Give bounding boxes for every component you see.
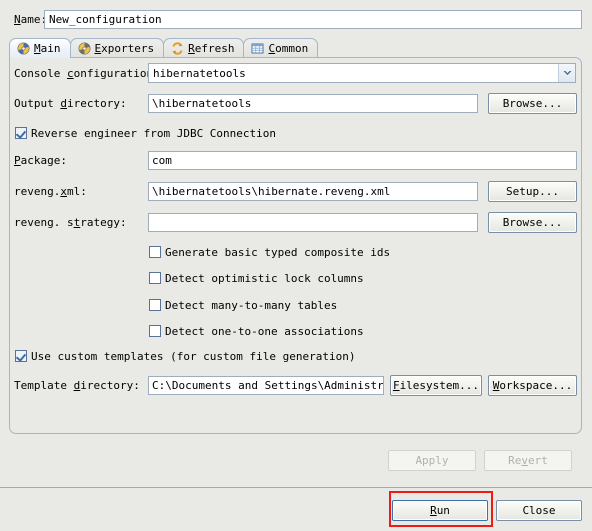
option-optimistic-lock-row[interactable]: Detect optimistic lock columns [149,270,364,286]
console-configuration-label: Console configuration: [14,66,160,80]
common-grid-icon [251,42,264,55]
run-button[interactable]: Run [392,500,488,521]
option-one-to-one-row[interactable]: Detect one-to-one associations [149,323,364,339]
package-input[interactable]: com [148,150,577,170]
use-custom-templates-checkbox[interactable] [15,350,27,362]
output-directory-browse-button[interactable]: Browse... [488,92,577,114]
reveng-xml-row: reveng.xml: \hibernatetools\hibernate.re… [14,180,578,202]
console-configuration-value: hibernatetools [153,66,246,80]
reverse-engineer-label: Reverse engineer from JDBC Connection [31,126,277,140]
tab-main-label: Main [34,42,61,55]
generate-composite-ids-label: Generate basic typed composite ids [165,245,391,259]
configuration-name-input[interactable] [44,9,582,29]
package-label: Package: [14,153,67,167]
revert-button[interactable]: Re v ert [484,450,572,471]
reveng-xml-setup-button[interactable]: Setup... [488,180,577,202]
generate-composite-ids-checkbox[interactable] [149,246,161,258]
tab-main[interactable]: Main [9,38,71,58]
template-directory-filesystem-button[interactable]: Filesystem... [390,374,482,396]
use-custom-templates-row[interactable]: Use custom templates (for custom file ge… [15,348,356,364]
template-directory-label: Template directory: [14,378,140,392]
option-generate-composite-ids-row[interactable]: Generate basic typed composite ids [149,244,390,260]
apply-button[interactable]: Apply [388,450,476,471]
detect-one-to-one-label: Detect one-to-one associations [165,324,364,338]
reveng-xml-label: reveng.xml: [14,184,87,198]
detect-one-to-one-checkbox[interactable] [149,325,161,337]
hibernate-config-icon [17,42,30,55]
hibernate-config-icon [78,42,91,55]
reveng-strategy-input[interactable] [148,212,478,232]
reverse-engineer-checkbox-row[interactable]: Reverse engineer from JDBC Connection [15,125,276,141]
refresh-arrows-icon [171,42,184,55]
tab-refresh-label: Refresh [188,42,235,55]
reveng-strategy-browse-button[interactable]: Browse... [488,211,577,233]
detect-many-to-many-checkbox[interactable] [149,299,161,311]
reverse-engineer-checkbox[interactable] [15,127,27,139]
reveng-strategy-label: reveng. strategy: [14,215,127,229]
tab-strip: Main Exporters Refresh Common [9,38,582,58]
use-custom-templates-label: Use custom templates (for custom file ge… [31,349,356,363]
console-configuration-row: Console configuration: hibernatetools [14,63,578,83]
tab-common[interactable]: Common [243,38,319,58]
close-button[interactable]: Close [496,500,582,521]
template-directory-input[interactable]: C:\Documents and Settings\Administrat [148,375,384,395]
detect-optimistic-lock-checkbox[interactable] [149,272,161,284]
tab-exporters-label: Exporters [94,42,155,55]
name-row: Name: [0,8,592,30]
detect-optimistic-lock-label: Detect optimistic lock columns [165,271,364,285]
reveng-xml-input[interactable]: \hibernatetools\hibernate.reveng.xml [148,181,478,201]
tab-refresh[interactable]: Refresh [163,38,245,58]
option-many-to-many-row[interactable]: Detect many-to-many tables [149,297,337,313]
chevron-down-icon[interactable] [558,64,575,82]
output-directory-row: Output directory: \hibernatetools Browse… [14,92,578,114]
reveng-strategy-row: reveng. strategy: Browse... [14,211,578,233]
output-directory-input[interactable]: \hibernatetools [148,93,478,113]
output-directory-label: Output directory: [14,96,127,110]
template-directory-workspace-button[interactable]: Workspace... [488,374,577,396]
console-configuration-combo[interactable]: hibernatetools [148,63,576,83]
footer-separator [0,487,592,488]
tab-common-label: Common [268,42,309,55]
run-configuration-dialog: Name: Main [0,0,592,531]
template-directory-row: Template directory: C:\Documents and Set… [14,374,578,396]
detect-many-to-many-label: Detect many-to-many tables [165,298,338,312]
package-row: Package: com [14,150,578,170]
tab-exporters[interactable]: Exporters [69,38,165,58]
name-label: Name: [14,12,48,26]
